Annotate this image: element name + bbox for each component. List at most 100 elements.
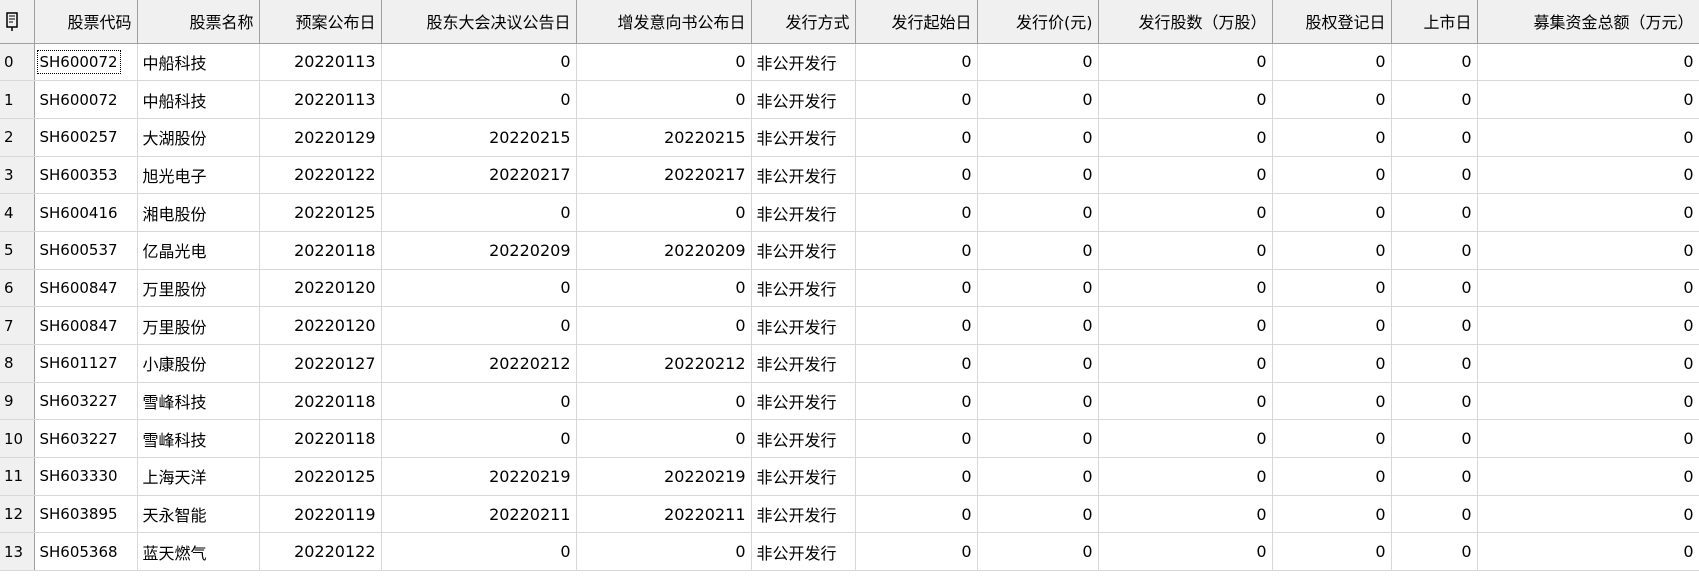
cell-plan-date[interactable]: 20220127 xyxy=(259,344,382,383)
cell-meeting-date[interactable]: 0 xyxy=(381,269,577,308)
cell-meeting-date[interactable]: 0 xyxy=(381,419,577,459)
cell-start-date[interactable]: 0 xyxy=(855,344,978,383)
cell-shares[interactable]: 0 xyxy=(1098,43,1273,82)
cell-code[interactable]: SH603330 xyxy=(34,457,138,496)
cell-name[interactable]: 大湖股份 xyxy=(137,118,260,157)
row-index[interactable]: 6 xyxy=(0,269,35,308)
cell-start-date[interactable]: 0 xyxy=(855,193,978,232)
cell-listing-date[interactable]: 0 xyxy=(1391,118,1478,157)
cell-plan-date[interactable]: 20220118 xyxy=(259,231,382,270)
col-header-registration-date[interactable]: 股权登记日 xyxy=(1272,0,1392,44)
col-header-plan-date[interactable]: 预案公布日 xyxy=(259,0,382,44)
table-row[interactable]: 2 SH600257 大湖股份 20220129 20220215 20220215 非公开… xyxy=(0,118,1699,157)
cell-meeting-date[interactable]: 0 xyxy=(381,43,577,82)
cell-method[interactable]: 非公开发行 xyxy=(751,156,856,195)
row-index[interactable]: 5 xyxy=(0,231,35,270)
col-header-start-date[interactable]: 发行起始日 xyxy=(855,0,978,44)
table-row[interactable]: 13 SH605368 蓝天燃气 20220122 0 0 非公开发行 0 0 0 0 0 0 xyxy=(0,532,1699,572)
cell-price[interactable]: 0 xyxy=(977,532,1099,572)
cell-total-raised[interactable]: 0 xyxy=(1477,495,1699,534)
cell-name[interactable]: 万里股份 xyxy=(137,269,260,308)
cell-shares[interactable]: 0 xyxy=(1098,269,1273,308)
cell-start-date[interactable]: 0 xyxy=(855,382,978,421)
cell-listing-date[interactable]: 0 xyxy=(1391,419,1478,459)
cell-listing-date[interactable]: 0 xyxy=(1391,269,1478,308)
cell-price[interactable]: 0 xyxy=(977,80,1099,119)
table-row[interactable]: 10 SH603227 雪峰科技 20220118 0 0 非公开发行 0 0 0 0 0 0 xyxy=(0,419,1699,459)
cell-registration-date[interactable]: 0 xyxy=(1272,118,1392,157)
cell-listing-date[interactable]: 0 xyxy=(1391,306,1478,345)
row-index[interactable]: 3 xyxy=(0,156,35,195)
cell-shares[interactable]: 0 xyxy=(1098,118,1273,157)
cell-listing-date[interactable]: 0 xyxy=(1391,156,1478,195)
cell-price[interactable]: 0 xyxy=(977,419,1099,459)
cell-shares[interactable]: 0 xyxy=(1098,419,1273,459)
cell-total-raised[interactable]: 0 xyxy=(1477,80,1699,119)
cell-meeting-date[interactable]: 20220215 xyxy=(381,118,577,157)
data-grid[interactable]: 股票代码 股票名称 预案公布日 股东大会决议公告日 增发意向书公布日 发行方式 … xyxy=(0,0,1699,579)
cell-intent-date[interactable]: 0 xyxy=(576,269,752,308)
cell-intent-date[interactable]: 0 xyxy=(576,193,752,232)
cell-start-date[interactable]: 0 xyxy=(855,532,978,572)
cell-method[interactable]: 非公开发行 xyxy=(751,306,856,345)
cell-meeting-date[interactable]: 0 xyxy=(381,532,577,572)
cell-plan-date[interactable]: 20220113 xyxy=(259,43,382,82)
row-index[interactable]: 1 xyxy=(0,80,35,119)
cell-plan-date[interactable]: 20220118 xyxy=(259,382,382,421)
cell-method[interactable]: 非公开发行 xyxy=(751,43,856,82)
cell-code[interactable]: SH605368 xyxy=(34,532,138,572)
cell-total-raised[interactable]: 0 xyxy=(1477,344,1699,383)
row-index[interactable]: 11 xyxy=(0,457,35,496)
cell-intent-date[interactable]: 20220217 xyxy=(576,156,752,195)
cell-start-date[interactable]: 0 xyxy=(855,43,978,82)
cell-intent-date[interactable]: 0 xyxy=(576,532,752,572)
cell-method[interactable]: 非公开发行 xyxy=(751,118,856,157)
cell-code[interactable]: SH600537 xyxy=(34,231,138,270)
cell-listing-date[interactable]: 0 xyxy=(1391,80,1478,119)
cell-plan-date[interactable]: 20220125 xyxy=(259,193,382,232)
cell-listing-date[interactable]: 0 xyxy=(1391,532,1478,572)
cell-meeting-date[interactable]: 0 xyxy=(381,382,577,421)
cell-shares[interactable]: 0 xyxy=(1098,344,1273,383)
cell-intent-date[interactable]: 0 xyxy=(576,306,752,345)
cell-listing-date[interactable]: 0 xyxy=(1391,344,1478,383)
cell-listing-date[interactable]: 0 xyxy=(1391,495,1478,534)
cell-registration-date[interactable]: 0 xyxy=(1272,231,1392,270)
cell-intent-date[interactable]: 20220219 xyxy=(576,457,752,496)
cell-start-date[interactable]: 0 xyxy=(855,457,978,496)
cell-shares[interactable]: 0 xyxy=(1098,193,1273,232)
cell-total-raised[interactable]: 0 xyxy=(1477,532,1699,572)
cell-intent-date[interactable]: 20220211 xyxy=(576,495,752,534)
cell-method[interactable]: 非公开发行 xyxy=(751,382,856,421)
cell-shares[interactable]: 0 xyxy=(1098,156,1273,195)
row-index[interactable]: 2 xyxy=(0,118,35,157)
col-header-total-raised[interactable]: 募集资金总额（万元） xyxy=(1477,0,1699,44)
cell-shares[interactable]: 0 xyxy=(1098,231,1273,270)
cell-method[interactable]: 非公开发行 xyxy=(751,269,856,308)
cell-code[interactable]: SH600257 xyxy=(34,118,138,157)
cell-method[interactable]: 非公开发行 xyxy=(751,344,856,383)
cell-intent-date[interactable]: 0 xyxy=(576,80,752,119)
cell-meeting-date[interactable]: 20220209 xyxy=(381,231,577,270)
cell-registration-date[interactable]: 0 xyxy=(1272,193,1392,232)
cell-shares[interactable]: 0 xyxy=(1098,457,1273,496)
col-header-code[interactable]: 股票代码 xyxy=(34,0,138,44)
cell-method[interactable]: 非公开发行 xyxy=(751,495,856,534)
cell-total-raised[interactable]: 0 xyxy=(1477,231,1699,270)
cell-price[interactable]: 0 xyxy=(977,193,1099,232)
cell-price[interactable]: 0 xyxy=(977,495,1099,534)
cell-shares[interactable]: 0 xyxy=(1098,80,1273,119)
cell-intent-date[interactable]: 0 xyxy=(576,43,752,82)
cell-registration-date[interactable]: 0 xyxy=(1272,344,1392,383)
cell-meeting-date[interactable]: 20220211 xyxy=(381,495,577,534)
cell-plan-date[interactable]: 20220122 xyxy=(259,156,382,195)
row-index[interactable]: 7 xyxy=(0,306,35,345)
table-row[interactable]: 7 SH600847 万里股份 20220120 0 0 非公开发行 0 0 0 0 0 0 xyxy=(0,306,1699,345)
cell-code[interactable]: SH600847 xyxy=(34,306,138,345)
cell-code[interactable]: SH600353 xyxy=(34,156,138,195)
row-index[interactable]: 10 xyxy=(0,419,35,459)
col-header-method[interactable]: 发行方式 xyxy=(751,0,856,44)
cell-registration-date[interactable]: 0 xyxy=(1272,269,1392,308)
cell-name[interactable]: 小康股份 xyxy=(137,344,260,383)
row-index[interactable]: 0 xyxy=(0,43,35,82)
